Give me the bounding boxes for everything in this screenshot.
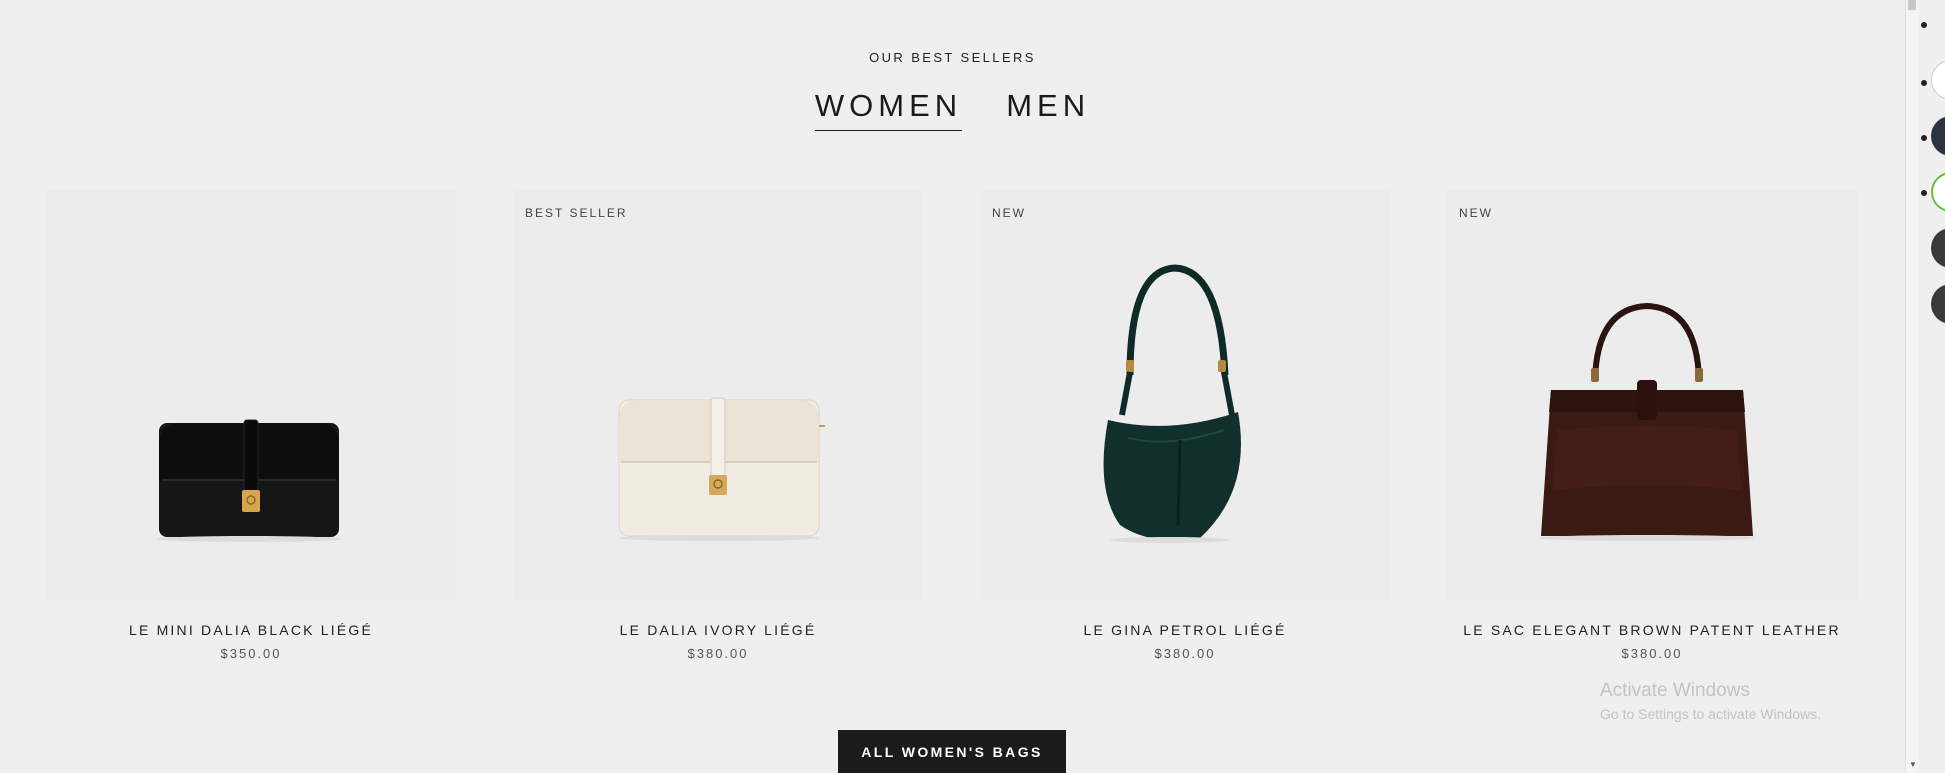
product-image[interactable]: NEW (980, 190, 1390, 600)
rail-dot (1921, 80, 1927, 86)
product-price: $380.00 (1154, 646, 1216, 661)
vertical-scrollbar[interactable] (1905, 0, 1919, 773)
product-price: $380.00 (687, 646, 749, 661)
product-grid: LE MINI DALIA BLACK LIÉGÉ $350.00 BEST S… (46, 190, 1858, 670)
all-womens-bags-button[interactable]: ALL WOMEN'S BAGS (838, 730, 1066, 773)
product-card[interactable]: BEST SELLER LE DALIA IVORY LIÉGÉ $380.00 (513, 190, 923, 670)
product-image[interactable]: BEST SELLER (513, 190, 923, 600)
petrol-hobo-bag-icon (1103, 264, 1241, 543)
tab-women[interactable]: WOMEN (814, 88, 963, 131)
product-card[interactable]: NEW LE SAC ELEGANT BROWN PATENT LEATHER … (1447, 190, 1857, 670)
watermark-title: Activate Windows (1600, 680, 1750, 701)
product-name[interactable]: LE MINI DALIA BLACK LIÉGÉ (46, 622, 456, 638)
brown-top-handle-bag-icon (1539, 302, 1755, 541)
scroll-down-arrow-icon[interactable]: ▼ (1909, 760, 1917, 769)
best-sellers-section: OUR BEST SELLERS WOMEN MEN LE MINI DALIA… (0, 0, 1905, 773)
product-name[interactable]: LE GINA PETROL LIÉGÉ (980, 622, 1390, 638)
product-card[interactable]: LE MINI DALIA BLACK LIÉGÉ $350.00 (46, 190, 456, 670)
rail-dot (1921, 135, 1927, 141)
windows-activation-watermark: Activate Windows Go to Settings to activ… (1600, 680, 1821, 722)
product-price: $380.00 (1621, 646, 1683, 661)
product-card[interactable]: NEW LE GINA PETROL LIÉGÉ $380.00 (980, 190, 1390, 670)
product-name[interactable]: LE DALIA IVORY LIÉGÉ (513, 622, 923, 638)
rail-dot (1921, 190, 1927, 196)
product-image[interactable] (46, 190, 456, 600)
tab-men[interactable]: MEN (1006, 88, 1090, 131)
rail-dot (1921, 22, 1927, 28)
ivory-shoulder-bag-icon (618, 397, 825, 541)
product-price: $350.00 (220, 646, 282, 661)
side-widget-rail (1919, 0, 1945, 773)
product-name[interactable]: LE SAC ELEGANT BROWN PATENT LEATHER (1447, 622, 1857, 638)
product-image[interactable]: NEW (1447, 190, 1857, 600)
gender-tabs: WOMEN MEN (0, 88, 1905, 131)
section-eyebrow: OUR BEST SELLERS (869, 50, 1036, 65)
black-clutch-bag-icon (157, 419, 341, 542)
watermark-subtitle: Go to Settings to activate Windows. (1600, 706, 1821, 722)
scrollbar-thumb[interactable] (1908, 0, 1916, 10)
